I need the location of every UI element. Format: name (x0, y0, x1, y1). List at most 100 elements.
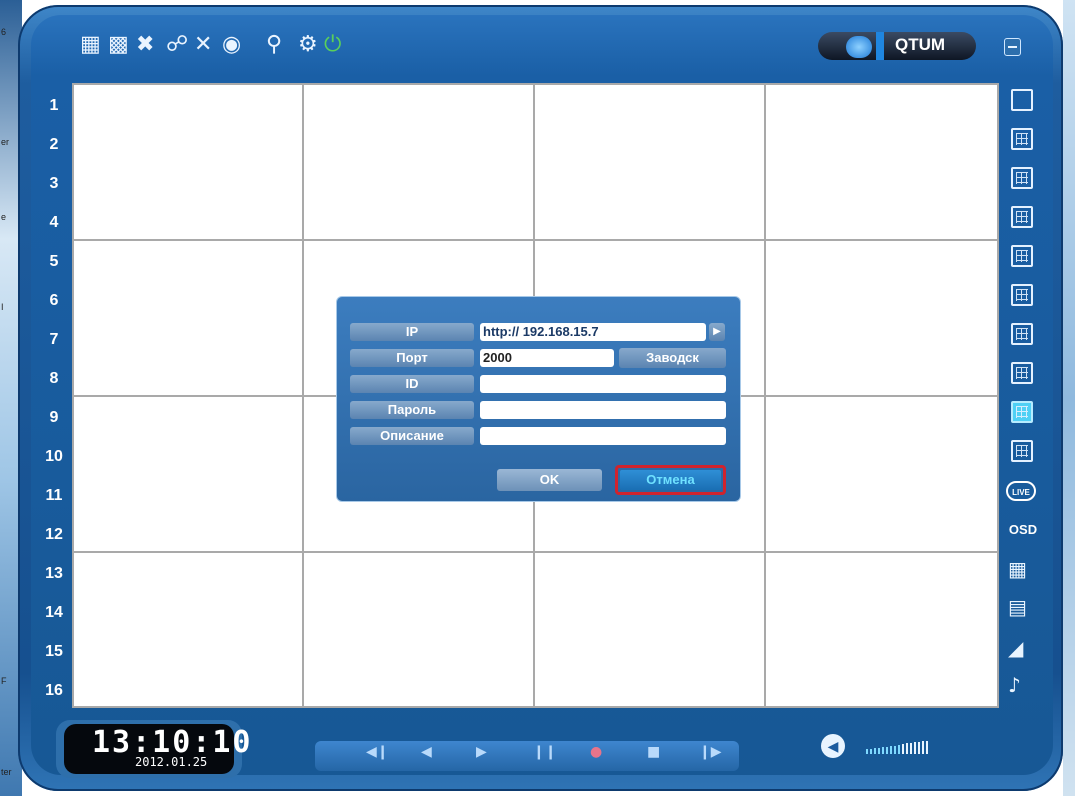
volume-level-bar (918, 742, 920, 754)
keypad-icon[interactable]: ▦ (1008, 557, 1027, 581)
ok-button[interactable]: OK (497, 469, 602, 491)
speaker-icon[interactable]: ◀ (821, 734, 845, 758)
play-arrow-icon: ▶ (713, 326, 721, 337)
skip-back-icon[interactable]: ◀❙ (366, 744, 389, 760)
volume-level-bar (894, 746, 896, 754)
folder-open-icon[interactable]: ◢ (1008, 636, 1023, 660)
grid-icon (1016, 367, 1028, 379)
osd-button[interactable]: OSD (1006, 522, 1040, 537)
channel-button[interactable]: 5 (38, 242, 70, 281)
volume-level-bar (886, 747, 888, 754)
channel-button[interactable]: 2 (38, 125, 70, 164)
desktop-text: e (1, 212, 7, 222)
brand-logo-bar (876, 32, 884, 60)
layout-9a-button[interactable] (1011, 245, 1033, 267)
rewind-icon[interactable]: ◀ (421, 744, 432, 760)
grid-icon (1016, 250, 1028, 262)
channel-settings-icon[interactable]: ▦ (80, 32, 101, 58)
volume-level-bar (866, 749, 868, 754)
grid-icon (1016, 133, 1028, 145)
factory-reset-button[interactable]: Заводск (619, 348, 726, 368)
channel-button[interactable]: 4 (38, 203, 70, 242)
layout-panel (1005, 89, 1039, 479)
layout-9-button[interactable] (1011, 284, 1033, 306)
channel-button[interactable]: 6 (38, 281, 70, 320)
port-label: Порт (350, 349, 474, 367)
id-field[interactable] (480, 375, 726, 393)
ip-label: IP (350, 323, 474, 341)
grid-icon (1016, 406, 1028, 418)
volume-level-bar (922, 741, 924, 754)
channel-button[interactable]: 15 (38, 632, 70, 671)
volume-level-bar (914, 742, 916, 754)
live-button[interactable]: LIVE (1006, 481, 1036, 501)
ip-dropdown-button[interactable]: ▶ (709, 323, 725, 341)
channel-button[interactable]: 1 (38, 86, 70, 125)
play-icon[interactable]: ▶ (476, 744, 487, 760)
desktop-text: er (1, 137, 10, 147)
channel-button[interactable]: 12 (38, 515, 70, 554)
password-field[interactable] (480, 401, 726, 419)
clock-date: 2012.01.25 (135, 755, 208, 769)
channel-button[interactable]: 13 (38, 554, 70, 593)
volume-level-bar (910, 743, 912, 754)
channel-button[interactable]: 14 (38, 593, 70, 632)
channel-list: 1 2 3 4 5 6 7 8 9 10 11 12 13 14 15 16 (38, 86, 70, 710)
ip-field[interactable]: http:// 192.168.15.7 (480, 323, 706, 341)
volume-level-bar (898, 745, 900, 754)
power-icon[interactable]: ⏻ (324, 32, 341, 58)
channel-button[interactable]: 11 (38, 476, 70, 515)
layout-4-button[interactable] (1011, 128, 1033, 150)
description-field[interactable] (480, 427, 726, 445)
skip-forward-icon[interactable]: ❙▶ (699, 744, 722, 760)
volume-level-bar (870, 749, 872, 754)
grid-divider (74, 551, 997, 553)
volume-level-bar (878, 748, 880, 754)
layout-6-button[interactable] (1011, 167, 1033, 189)
layout-10-button[interactable] (1011, 323, 1033, 345)
layout-16-button[interactable] (1011, 401, 1033, 423)
id-label: ID (350, 375, 474, 393)
desktop-text: ter (1, 767, 12, 777)
config-icon[interactable]: ✕ (194, 32, 212, 58)
channel-button[interactable]: 16 (38, 671, 70, 710)
port-field[interactable]: 2000 (480, 349, 614, 367)
desktop-text: 6 (1, 27, 7, 37)
channel-button[interactable]: 8 (38, 359, 70, 398)
record-icon[interactable]: ● (590, 744, 602, 760)
volume-level-bar (882, 747, 884, 754)
grid-icon (1016, 445, 1028, 457)
volume-level-bar (890, 746, 892, 754)
audio-note-icon[interactable]: ♪ (1008, 673, 1021, 697)
volume-level-bar (874, 748, 876, 754)
cancel-button[interactable]: Отмена (620, 470, 721, 490)
volume-level-bar (902, 744, 904, 754)
grid-icon (1016, 289, 1028, 301)
save-icon[interactable]: ▤ (1008, 595, 1027, 619)
desktop-text: I (1, 302, 4, 312)
layout-13-button[interactable] (1011, 362, 1033, 384)
volume-level-bar (926, 741, 928, 754)
tools-icon[interactable]: ✖ (136, 32, 154, 58)
description-label: Описание (350, 427, 474, 445)
settings-gear-icon[interactable]: ⚙ (298, 32, 318, 58)
layout-1-button[interactable] (1011, 89, 1033, 111)
channel-button[interactable]: 9 (38, 398, 70, 437)
search-icon[interactable]: ☍ (166, 32, 188, 58)
network-settings-icon[interactable]: ▩ (108, 32, 129, 58)
channel-button[interactable]: 10 (38, 437, 70, 476)
channel-button[interactable]: 3 (38, 164, 70, 203)
password-label: Пароль (350, 401, 474, 419)
layout-fullscreen-button[interactable] (1011, 440, 1033, 462)
desktop-text: F (1, 676, 7, 686)
minimize-button[interactable] (1004, 38, 1021, 56)
channel-button[interactable]: 7 (38, 320, 70, 359)
ptz-icon[interactable]: ◉ (222, 32, 241, 58)
brand-name: QTUM (895, 35, 946, 54)
zoom-icon[interactable]: ⚲ (266, 32, 282, 58)
pause-icon[interactable]: ❙❙ (533, 744, 556, 760)
grid-icon (1016, 328, 1028, 340)
layout-8-button[interactable] (1011, 206, 1033, 228)
volume-level-bar (906, 743, 908, 754)
stop-icon[interactable]: ■ (647, 744, 660, 760)
